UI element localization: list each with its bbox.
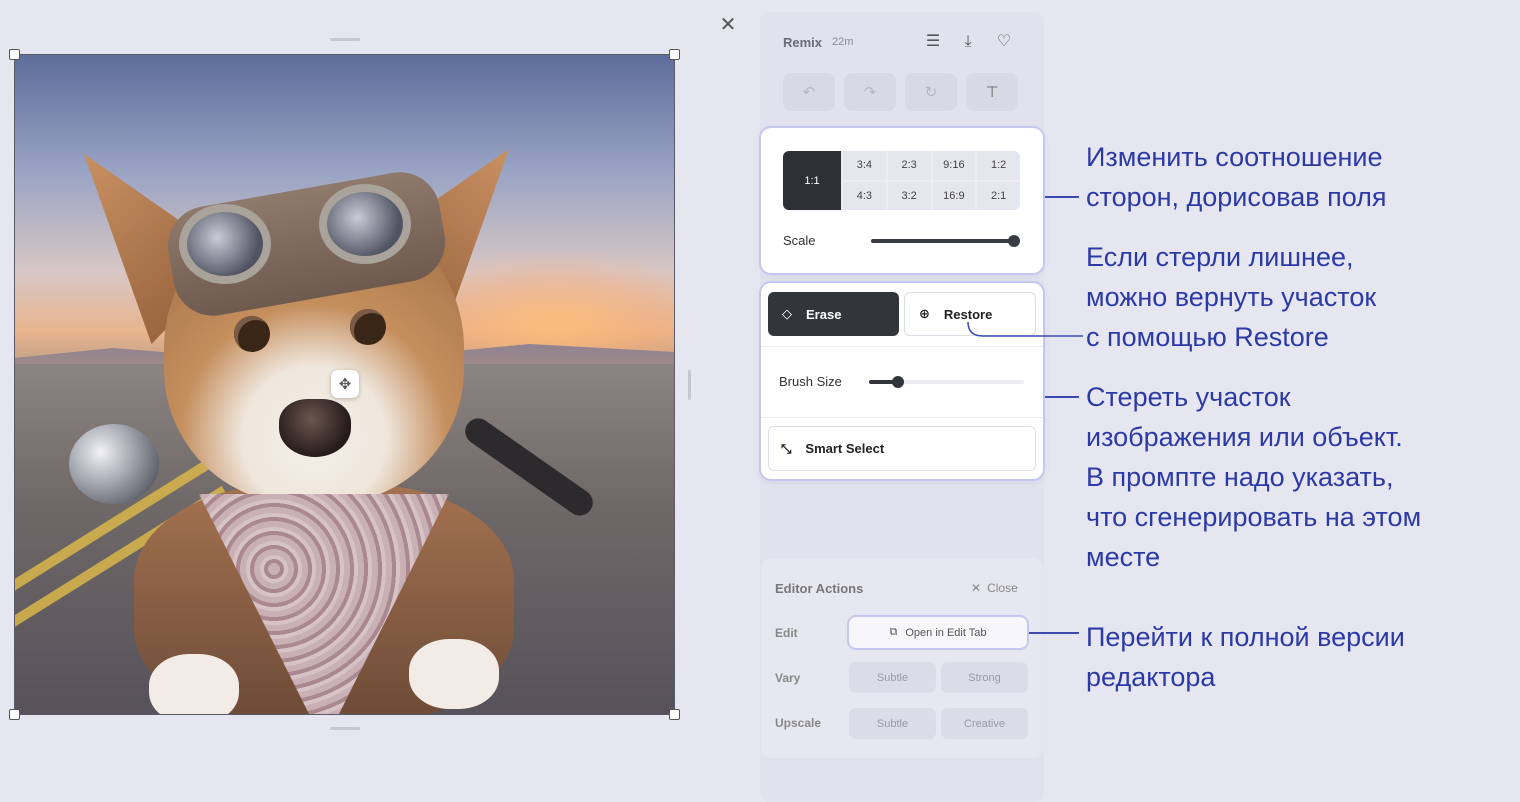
scale-label: Scale [783, 233, 816, 248]
eraser-icon: ◇ [782, 306, 792, 321]
canvas-area: ✥ ✕ [0, 0, 745, 802]
edge-handle-right[interactable] [688, 370, 691, 400]
brush-slider-handle[interactable] [892, 376, 904, 388]
panel-title: Remix [783, 34, 823, 50]
resize-handle-bottom-left[interactable] [9, 709, 20, 720]
aspect-option[interactable]: 1:2 [977, 151, 1020, 180]
dog-nose [279, 399, 351, 457]
scale-slider-track[interactable] [871, 239, 1016, 243]
aspect-option[interactable]: 2:1 [977, 181, 1020, 210]
aspect-option[interactable]: 2:3 [887, 151, 931, 180]
dog-eye [234, 316, 270, 352]
menu-lines-icon[interactable]: ☰ [923, 32, 943, 52]
close-label: Close [987, 581, 1018, 595]
panel-time: 22m [832, 36, 854, 48]
dog-paw [409, 639, 499, 709]
plus-circle-icon: ⊕ [919, 306, 930, 321]
redo-icon: ↷ [863, 84, 877, 101]
motorcycle-mirror [69, 424, 159, 504]
text-button[interactable]: ⊤ [966, 73, 1018, 111]
text-box-icon: ⊤ [985, 84, 999, 101]
aspect-options: 3:4 2:3 9:16 1:2 4:3 3:2 16:9 2:1 [841, 151, 1020, 210]
upscale-subtle-button[interactable]: Subtle [849, 708, 936, 739]
vary-strong-button[interactable]: Strong [941, 662, 1028, 693]
toolbar: ↶ ↷ ↻ ⊤ [783, 73, 1018, 111]
annotation-editor: Перейти к полной версии редактора [1086, 622, 1405, 692]
upscale-label: Upscale [775, 716, 822, 730]
dog-paw [149, 654, 239, 715]
aspect-ratio-selector: 1:1 3:4 2:3 9:16 1:2 4:3 3:2 16:9 2:1 [783, 151, 1020, 210]
aspect-option[interactable]: 4:3 [843, 181, 886, 210]
refresh-icon: ↻ [924, 84, 938, 101]
heart-icon[interactable]: ♡ [994, 32, 1014, 52]
undo-icon: ↶ [802, 84, 816, 101]
goggle-lens [319, 184, 411, 264]
magic-cursor-icon: ⤡ [781, 440, 792, 456]
aspect-option[interactable]: 3:2 [887, 181, 931, 210]
aspect-option[interactable]: 3:4 [843, 151, 886, 180]
brush-size-label: Brush Size [779, 374, 842, 389]
close-button[interactable]: ✕ Close [971, 581, 1018, 595]
editor-actions-title: Editor Actions [775, 581, 864, 596]
external-link-icon: ⧉ [889, 626, 898, 638]
aspect-option-selected[interactable]: 1:1 [783, 151, 841, 210]
annotation-restore: Если стерли лишнее, можно вернуть участо… [1086, 242, 1377, 352]
annotation-leader-aspect [1045, 196, 1079, 198]
editor-actions-card: Editor Actions ✕ Close Edit ⧉ Open in Ed… [761, 558, 1043, 758]
reset-button[interactable]: ↻ [905, 73, 957, 111]
resize-handle-top-left[interactable] [9, 49, 20, 60]
redo-button[interactable]: ↷ [844, 73, 896, 111]
aspect-option[interactable]: 16:9 [932, 181, 976, 210]
annotation-leader-editor [1029, 632, 1079, 634]
vary-label: Vary [775, 671, 801, 685]
open-in-edit-tab-button[interactable]: ⧉ Open in Edit Tab [849, 617, 1027, 648]
erase-card: ◇ Erase ⊕ Restore Brush Size ⤡ Smart Sel… [761, 283, 1043, 479]
divider [761, 417, 1043, 418]
edge-handle-bottom[interactable] [330, 727, 360, 730]
download-icon[interactable]: ⤓ [958, 32, 978, 52]
vary-subtle-button[interactable]: Subtle [849, 662, 936, 693]
resize-handle-bottom-right[interactable] [669, 709, 680, 720]
move-arrows-icon[interactable]: ✥ [331, 370, 359, 398]
resize-handle-top-right[interactable] [669, 49, 680, 60]
annotation-erase: Стереть участок изображения или объект. … [1086, 382, 1422, 572]
goggle-lens [179, 204, 271, 284]
undo-button[interactable]: ↶ [783, 73, 835, 111]
edit-label: Edit [775, 626, 798, 640]
erase-button[interactable]: ◇ Erase [768, 292, 899, 336]
smart-select-button[interactable]: ⤡ Smart Select [768, 426, 1036, 471]
aspect-option[interactable]: 9:16 [932, 151, 976, 180]
upscale-creative-button[interactable]: Creative [941, 708, 1028, 739]
scale-slider-handle[interactable] [1008, 235, 1020, 247]
panel-header: Remix 22m [783, 32, 1023, 52]
smart-select-label: Smart Select [805, 441, 885, 456]
annotation-leader-erase [1045, 396, 1079, 398]
close-icon[interactable]: ✕ [717, 14, 739, 36]
dog-eye [350, 309, 386, 345]
close-icon: ✕ [971, 581, 982, 595]
annotation-aspect: Изменить соотношение сторон, дорисовав п… [1086, 142, 1387, 212]
edge-handle-top[interactable] [330, 38, 360, 41]
open-edit-label: Open in Edit Tab [905, 626, 987, 639]
divider [761, 346, 1043, 347]
aspect-ratio-card: 1:1 3:4 2:3 9:16 1:2 4:3 3:2 16:9 2:1 Sc… [761, 128, 1043, 273]
erase-label: Erase [806, 306, 842, 322]
annotation-leader-restore [967, 321, 1083, 337]
